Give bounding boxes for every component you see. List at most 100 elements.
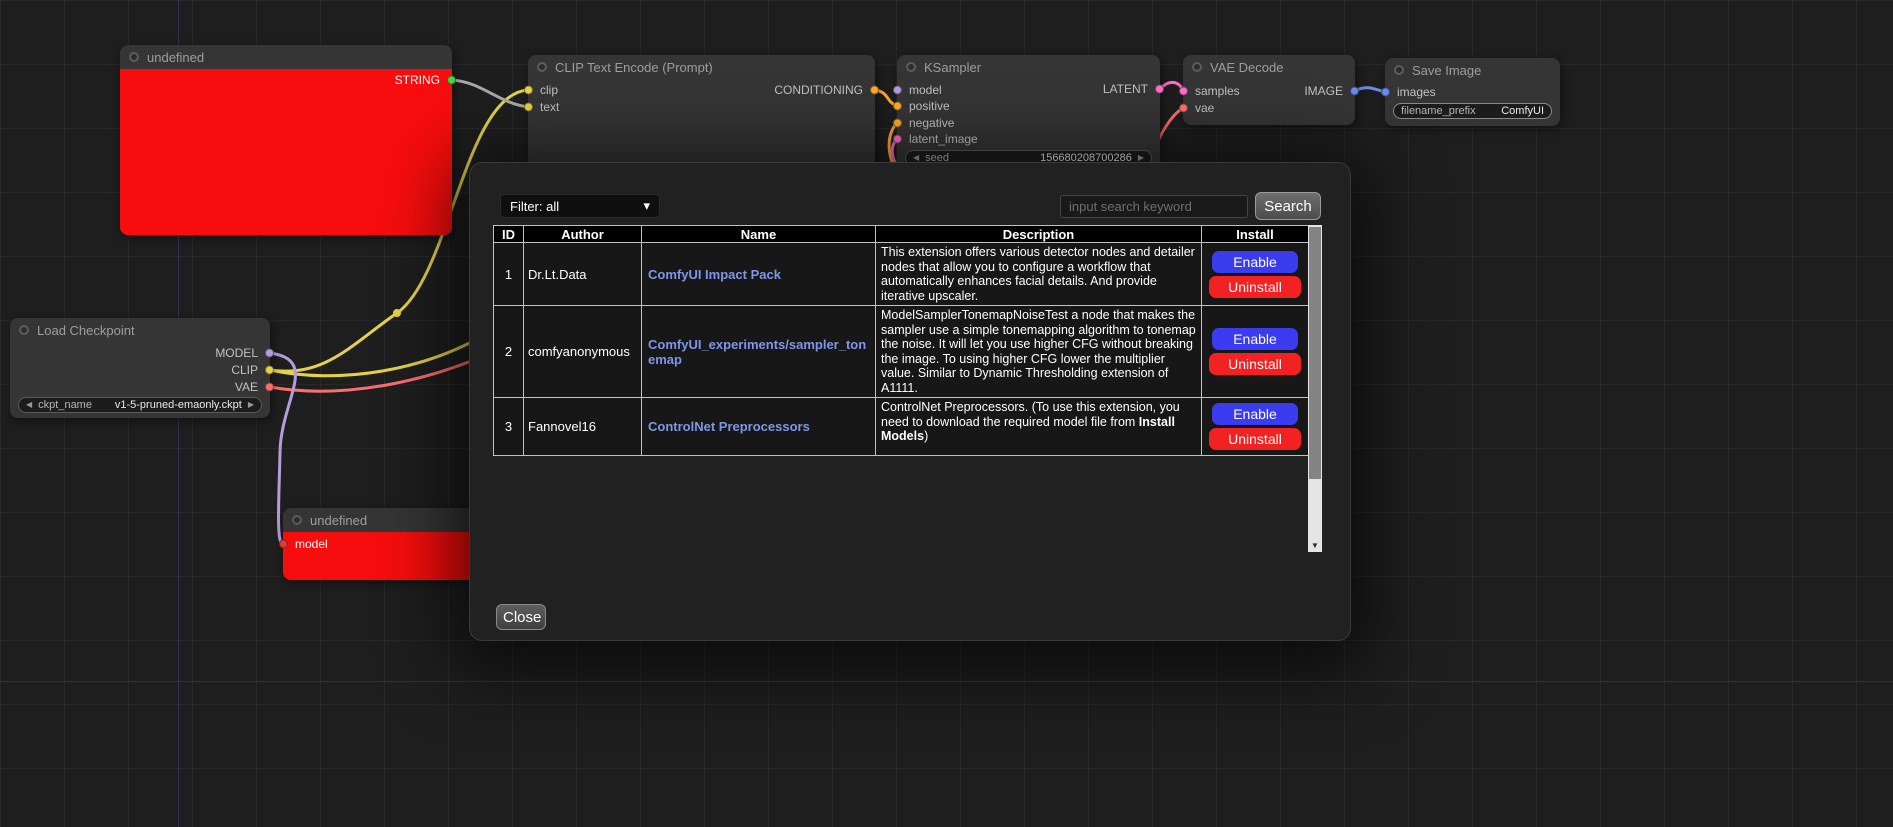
port-latent-image-input[interactable]	[893, 135, 902, 144]
node-title: Save Image	[1412, 63, 1481, 78]
port-text-input[interactable]	[524, 103, 533, 112]
extension-link[interactable]: ComfyUI_experiments/sampler_tonemap	[648, 337, 866, 367]
slot-vae-input: vae	[1195, 100, 1214, 116]
search-button[interactable]: Search	[1255, 192, 1321, 220]
extension-author: comfyanonymous	[524, 306, 642, 398]
collapse-dot-icon[interactable]	[1394, 65, 1404, 75]
port-image-output[interactable]	[1350, 87, 1359, 96]
port-samples-input[interactable]	[1179, 87, 1188, 96]
node-body: images filename_prefix ComfyUI	[1385, 82, 1560, 126]
uninstall-button[interactable]: Uninstall	[1209, 353, 1301, 375]
node-title-bar[interactable]: KSampler	[897, 55, 1160, 79]
slot-vae-output: VAE	[235, 379, 258, 395]
slot-label: IMAGE	[1304, 84, 1343, 98]
extension-id: 2	[494, 306, 524, 398]
port-latent-output[interactable]	[1155, 85, 1164, 94]
port-string-output[interactable]	[447, 76, 456, 85]
increment-icon[interactable]	[1138, 154, 1144, 162]
node-title: Load Checkpoint	[37, 323, 135, 338]
node-title-bar[interactable]: Load Checkpoint	[10, 318, 270, 342]
slot-images-input: images	[1397, 84, 1436, 100]
node-title-bar[interactable]: Save Image	[1385, 58, 1560, 82]
extension-description: This extension offers various detector n…	[876, 243, 1202, 306]
collapse-dot-icon[interactable]	[292, 515, 302, 525]
extension-table: ID Author Name Description Install 1 Dr.…	[493, 225, 1309, 456]
collapse-dot-icon[interactable]	[906, 62, 916, 72]
slot-clip-output: CLIP	[231, 362, 258, 378]
filename-prefix-widget[interactable]: filename_prefix ComfyUI	[1393, 103, 1552, 119]
port-conditioning-output[interactable]	[870, 86, 879, 95]
extension-link[interactable]: ComfyUI Impact Pack	[648, 267, 781, 282]
slot-model-input: model	[295, 536, 328, 552]
collapse-dot-icon[interactable]	[129, 52, 139, 62]
slot-label: images	[1397, 85, 1436, 99]
port-clip-input[interactable]	[524, 86, 533, 95]
port-model-output[interactable]	[265, 349, 274, 358]
node-undefined-bottom[interactable]: undefined model	[283, 508, 488, 580]
scrollbar-thumb[interactable]	[1309, 227, 1321, 479]
slot-image-output: IMAGE	[1304, 83, 1343, 99]
enable-button[interactable]: Enable	[1212, 403, 1298, 425]
slot-label: CONDITIONING	[774, 83, 863, 97]
ckpt-name-widget[interactable]: ckpt_name v1-5-pruned-emaonly.ckpt	[18, 397, 262, 413]
port-model-input[interactable]	[893, 86, 902, 95]
slot-label: MODEL	[215, 346, 258, 360]
collapse-dot-icon[interactable]	[1192, 62, 1202, 72]
slot-label: model	[295, 537, 328, 551]
slot-label: positive	[909, 99, 950, 113]
port-vae-input[interactable]	[1179, 104, 1188, 113]
slot-clip-input: clip	[540, 82, 558, 98]
slot-conditioning-output: CONDITIONING	[774, 82, 863, 98]
extension-author: Dr.Lt.Data	[524, 243, 642, 306]
filter-dropdown[interactable]: Filter: all	[500, 194, 660, 218]
slot-negative-input: negative	[909, 115, 954, 131]
node-title-bar[interactable]: undefined	[283, 508, 488, 532]
node-save-image[interactable]: Save Image images filename_prefix ComfyU…	[1385, 58, 1560, 126]
port-negative-input[interactable]	[893, 119, 902, 128]
slot-label: VAE	[235, 380, 258, 394]
next-icon[interactable]	[248, 401, 254, 409]
node-body: model	[283, 532, 488, 580]
uninstall-button[interactable]: Uninstall	[1209, 276, 1301, 298]
enable-button[interactable]: Enable	[1212, 251, 1298, 273]
widget-label: ckpt_name	[38, 399, 92, 411]
chevron-down-icon	[643, 198, 650, 214]
node-vae-decode[interactable]: VAE Decode samples vae IMAGE	[1183, 55, 1355, 125]
port-clip-output[interactable]	[265, 366, 274, 375]
port-vae-output[interactable]	[265, 383, 274, 392]
collapse-dot-icon[interactable]	[19, 325, 29, 335]
port-model-input[interactable]	[279, 540, 288, 549]
slot-latent-image-input: latent_image	[909, 131, 978, 147]
extension-link[interactable]: ControlNet Preprocessors	[648, 419, 810, 434]
previous-icon[interactable]	[26, 401, 32, 409]
column-header-name: Name	[642, 226, 876, 243]
slot-model-input: model	[909, 82, 942, 98]
node-body: MODEL CLIP VAE ckpt_name v1-5-pruned-ema…	[10, 342, 270, 418]
close-button[interactable]: Close	[496, 604, 546, 630]
wire-reroute-dot	[393, 309, 401, 317]
slot-label: latent_image	[909, 132, 978, 146]
column-header-id: ID	[494, 226, 524, 243]
node-load-checkpoint[interactable]: Load Checkpoint MODEL CLIP VAE ckpt_name…	[10, 318, 270, 418]
enable-button[interactable]: Enable	[1212, 328, 1298, 350]
node-title: VAE Decode	[1210, 60, 1283, 75]
decrement-icon[interactable]	[913, 154, 919, 162]
port-images-input[interactable]	[1381, 88, 1390, 97]
node-title-bar[interactable]: CLIP Text Encode (Prompt)	[528, 55, 875, 79]
table-scrollbar[interactable]	[1308, 225, 1322, 552]
scroll-down-icon[interactable]	[1308, 538, 1322, 552]
search-input[interactable]	[1060, 195, 1248, 218]
slot-label: LATENT	[1103, 82, 1148, 96]
port-positive-input[interactable]	[893, 102, 902, 111]
node-title-bar[interactable]: VAE Decode	[1183, 55, 1355, 79]
uninstall-button[interactable]: Uninstall	[1209, 428, 1301, 450]
widget-value: ComfyUI	[1501, 105, 1544, 117]
extension-id: 1	[494, 243, 524, 306]
widget-label: filename_prefix	[1401, 105, 1476, 117]
node-undefined-top[interactable]: undefined STRING	[120, 45, 452, 235]
widget-value: v1-5-pruned-emaonly.ckpt	[115, 399, 242, 411]
slot-latent-output: LATENT	[1103, 81, 1148, 97]
node-title: KSampler	[924, 60, 981, 75]
collapse-dot-icon[interactable]	[537, 62, 547, 72]
node-title-bar[interactable]: undefined	[120, 45, 452, 69]
